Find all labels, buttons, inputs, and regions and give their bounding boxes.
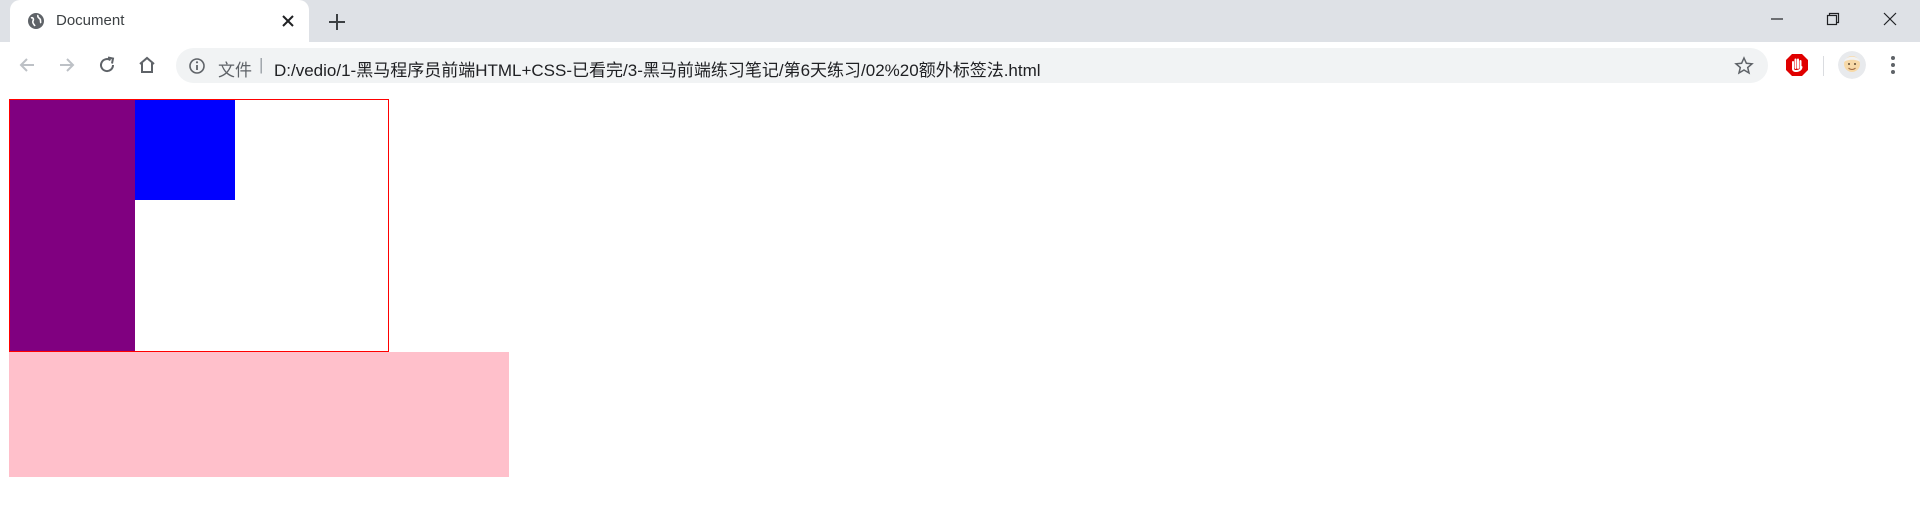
- star-icon[interactable]: [1734, 56, 1754, 76]
- reload-button[interactable]: [92, 50, 122, 80]
- close-icon[interactable]: [280, 13, 296, 29]
- back-button[interactable]: [12, 50, 42, 80]
- url-text[interactable]: D:/vedio/1-黑马程序员前端HTML+CSS-已看完/3-黑马前端练习笔…: [274, 56, 1694, 81]
- window-restore-button[interactable]: [1805, 0, 1861, 38]
- blue-float-box: [135, 100, 235, 200]
- url-scheme-label: 文件: [218, 61, 252, 80]
- float-container-box: [9, 99, 389, 352]
- close-icon: [1883, 12, 1897, 26]
- url-separator: |: [259, 55, 264, 74]
- tab-title: Document: [56, 12, 125, 29]
- browser-toolbar: 文件 | D:/vedio/1-黑马程序员前端HTML+CSS-已看完/3-黑马…: [0, 42, 1920, 89]
- pink-box: [9, 352, 509, 477]
- window-close-button[interactable]: [1862, 0, 1918, 38]
- address-bar[interactable]: 文件 | D:/vedio/1-黑马程序员前端HTML+CSS-已看完/3-黑马…: [176, 48, 1768, 83]
- purple-float-box: [10, 100, 135, 351]
- page-viewport: [0, 89, 1920, 526]
- info-icon[interactable]: [188, 57, 206, 75]
- arrow-right-icon: [60, 58, 75, 72]
- toolbar-separator: [1823, 56, 1824, 76]
- globe-icon: [28, 13, 44, 29]
- window-minimize-button[interactable]: [1749, 0, 1805, 38]
- home-icon: [139, 56, 155, 73]
- avatar-icon[interactable]: [1838, 51, 1866, 79]
- minimize-icon: [1771, 18, 1783, 20]
- plus-icon[interactable]: [326, 11, 348, 33]
- kebab-menu-icon: [1891, 56, 1895, 74]
- browser-chrome: Document 文件 | D:/vedio/1-黑马程序员前端HTML+CSS…: [0, 0, 1920, 89]
- browser-menu-button[interactable]: [1880, 52, 1906, 78]
- forward-button[interactable]: [52, 50, 82, 80]
- restore-icon: [1826, 12, 1840, 26]
- adblock-icon[interactable]: [1784, 52, 1810, 78]
- arrow-left-icon: [19, 58, 34, 72]
- reload-icon: [100, 56, 115, 73]
- tab-strip: Document: [0, 0, 1920, 42]
- tab-document[interactable]: Document: [10, 0, 309, 42]
- home-button[interactable]: [132, 50, 162, 80]
